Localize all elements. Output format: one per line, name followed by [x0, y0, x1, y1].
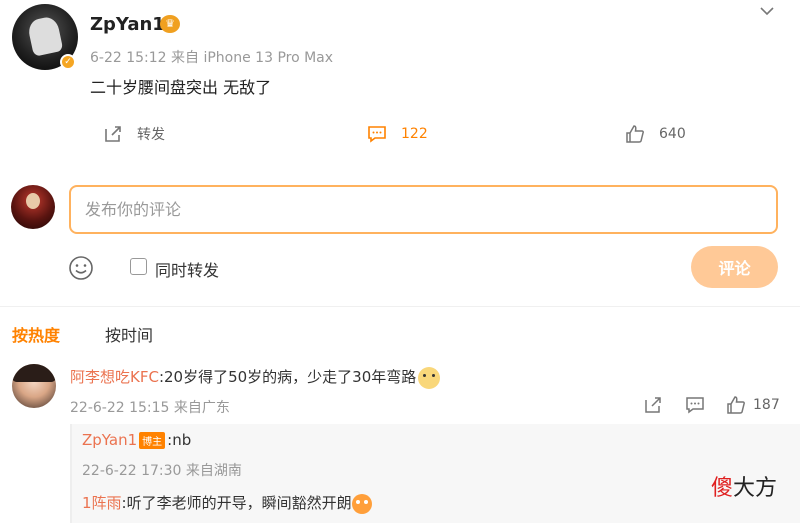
tab-sort-hot[interactable]: 按热度: [12, 322, 60, 346]
reply-line: ZpYan1 博主:nb: [82, 431, 191, 449]
author-name[interactable]: ZpYan1: [90, 14, 165, 35]
comment-like-count: 187: [753, 397, 780, 413]
comment-username[interactable]: 阿李想吃KFC: [70, 368, 159, 386]
divider: [0, 306, 800, 307]
reply-icon[interactable]: [685, 395, 705, 415]
laugh-emoji-icon: [351, 493, 372, 514]
reply-username[interactable]: ZpYan1: [82, 431, 137, 449]
reply-text: :nb: [167, 431, 192, 449]
thumbs-up-icon: [626, 125, 644, 143]
emoji-icon[interactable]: [68, 255, 94, 281]
reply-meta: 22-6-22 17:30 来自湖南: [82, 463, 242, 479]
thumbs-up-icon[interactable]: [726, 395, 746, 415]
submit-comment-button[interactable]: 评论: [691, 246, 778, 288]
like-button[interactable]: 640: [625, 120, 686, 148]
chevron-down-icon[interactable]: [757, 3, 777, 23]
doge-emoji-icon: [418, 366, 441, 389]
comment-meta: 22-6-22 15:15 来自广东: [70, 400, 230, 416]
comment-button[interactable]: 122: [367, 120, 428, 148]
forward-label: 转发: [137, 127, 165, 143]
post-meta: 6-22 15:12 来自 iPhone 13 Pro Max: [90, 50, 334, 66]
op-badge: 博主: [139, 432, 166, 449]
vip-crown-icon: ♛: [160, 15, 180, 33]
reply-text: :听了李老师的开导，瞬间豁然开朗: [121, 494, 352, 512]
watermark-logo: 傻大方: [711, 476, 778, 501]
repost-checkbox[interactable]: [130, 258, 147, 275]
reply-line: 1阵雨:听了李老师的开导，瞬间豁然开朗: [82, 492, 372, 514]
like-count: 640: [659, 126, 686, 142]
commenter-avatar[interactable]: [12, 364, 56, 408]
comment-icon: [368, 126, 386, 143]
reply-username[interactable]: 1阵雨: [82, 494, 122, 512]
comment-count: 122: [401, 126, 428, 142]
verified-badge-icon: ✓: [60, 54, 76, 70]
share-icon[interactable]: [643, 395, 663, 415]
forward-button[interactable]: 转发: [103, 120, 165, 148]
comment-line: 阿李想吃KFC:20岁得了50岁的病，少走了30年弯路: [70, 366, 441, 389]
post-text: 二十岁腰间盘突出 无敌了: [90, 78, 272, 97]
my-avatar: [11, 185, 55, 229]
comment-text: :20岁得了50岁的病，少走了30年弯路: [158, 368, 417, 386]
repost-label[interactable]: 同时转发: [155, 257, 219, 281]
tab-sort-time[interactable]: 按时间: [105, 322, 153, 346]
comment-input[interactable]: [69, 185, 778, 234]
forward-icon: [105, 126, 121, 142]
